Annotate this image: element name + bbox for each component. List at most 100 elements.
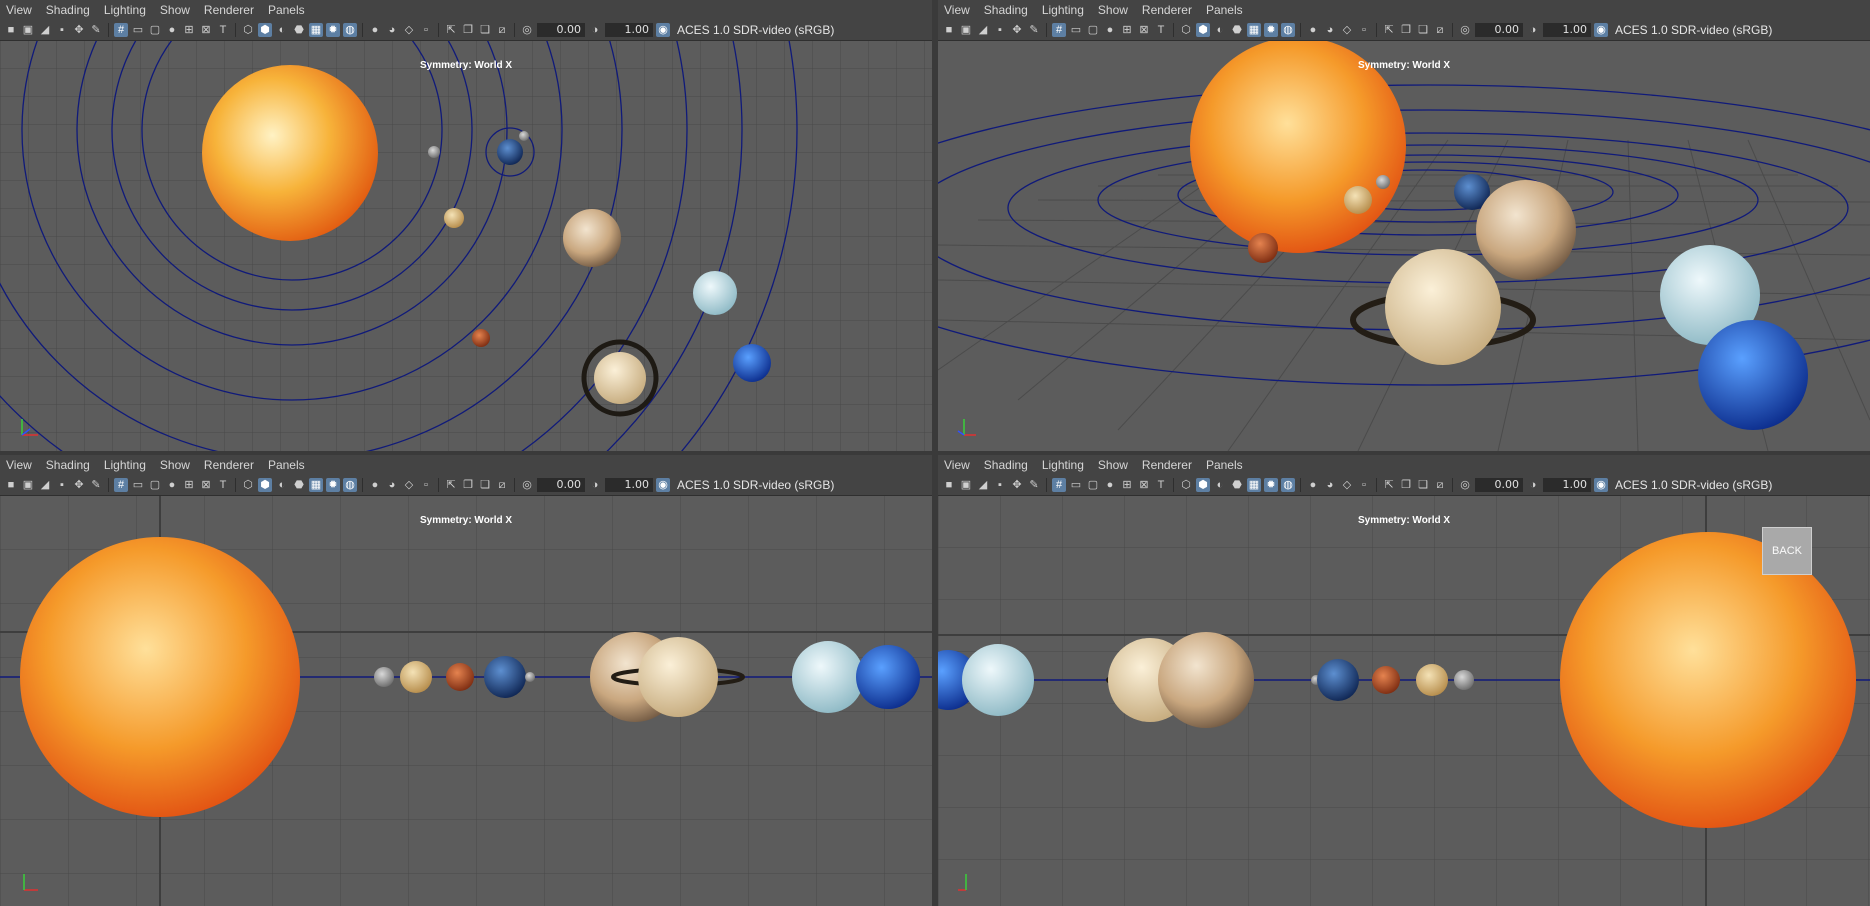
2d-pan-icon[interactable]: ✥ xyxy=(1010,478,1024,492)
menu-panels[interactable]: Panels xyxy=(268,3,305,17)
default-material-icon[interactable]: ◐ xyxy=(275,23,289,37)
bookmark-icon[interactable]: ◢ xyxy=(38,478,52,492)
resolution-gate-icon[interactable]: ▢ xyxy=(1086,478,1100,492)
xray-components-icon[interactable]: ⧄ xyxy=(1433,23,1447,37)
camera-icon[interactable]: ■ xyxy=(4,23,18,37)
menu-shading[interactable]: Shading xyxy=(984,458,1028,472)
wireframe-on-shaded-icon[interactable]: ⬣ xyxy=(292,23,306,37)
menu-view[interactable]: View xyxy=(944,3,970,17)
bookmark-icon[interactable]: ◢ xyxy=(976,478,990,492)
color-space-label[interactable]: ACES 1.0 SDR-video (sRGB) xyxy=(677,23,834,37)
exposure-field[interactable]: 0.00 xyxy=(537,23,585,37)
gate-mask-icon[interactable]: ● xyxy=(165,478,179,492)
lights-icon[interactable]: ✹ xyxy=(326,23,340,37)
xray-joints-icon[interactable]: ❏ xyxy=(1416,478,1430,492)
default-material-icon[interactable]: ◐ xyxy=(1213,478,1227,492)
field-chart-icon[interactable]: ⊞ xyxy=(182,478,196,492)
exposure-field[interactable]: 0.00 xyxy=(1475,478,1523,492)
isolate-select-icon[interactable]: ⇱ xyxy=(444,478,458,492)
safe-title-icon[interactable]: T xyxy=(1154,23,1168,37)
field-chart-icon[interactable]: ⊞ xyxy=(1120,23,1134,37)
film-gate-icon[interactable]: ▭ xyxy=(1069,478,1083,492)
anti-aliasing-icon[interactable]: ◇ xyxy=(402,478,416,492)
menu-shading[interactable]: Shading xyxy=(46,458,90,472)
smooth-shade-icon[interactable]: ⬢ xyxy=(1196,478,1210,492)
viewport-back[interactable]: View Shading Lighting Show Renderer Pane… xyxy=(938,455,1870,906)
film-gate-icon[interactable]: ▭ xyxy=(131,23,145,37)
xray-joints-icon[interactable]: ❏ xyxy=(1416,23,1430,37)
shadows-icon[interactable]: ◍ xyxy=(1281,478,1295,492)
xray-joints-icon[interactable]: ❏ xyxy=(478,23,492,37)
gamma-icon[interactable]: ◑ xyxy=(588,23,602,37)
camera-attributes-icon[interactable]: ▣ xyxy=(959,478,973,492)
lights-icon[interactable]: ✹ xyxy=(1264,23,1278,37)
motion-blur-icon[interactable]: ◕ xyxy=(385,478,399,492)
film-gate-icon[interactable]: ▭ xyxy=(1069,23,1083,37)
image-plane-icon[interactable]: ▪ xyxy=(993,478,1007,492)
menu-show[interactable]: Show xyxy=(1098,458,1128,472)
depth-of-field-icon[interactable]: ▫ xyxy=(419,478,433,492)
wireframe-on-shaded-icon[interactable]: ⬣ xyxy=(1230,23,1244,37)
color-management-icon[interactable]: ◉ xyxy=(1594,23,1608,37)
viewport-front[interactable]: View Shading Lighting Show Renderer Pane… xyxy=(0,455,932,906)
gamma-field[interactable]: 1.00 xyxy=(1543,23,1591,37)
color-management-icon[interactable]: ◉ xyxy=(656,23,670,37)
smooth-shade-icon[interactable]: ⬢ xyxy=(1196,23,1210,37)
motion-blur-icon[interactable]: ◕ xyxy=(385,23,399,37)
screen-space-ao-icon[interactable]: ● xyxy=(368,478,382,492)
wireframe-on-shaded-icon[interactable]: ⬣ xyxy=(1230,478,1244,492)
menu-lighting[interactable]: Lighting xyxy=(1042,458,1084,472)
screen-space-ao-icon[interactable]: ● xyxy=(1306,478,1320,492)
viewport-perspective[interactable]: View Shading Lighting Show Renderer Pane… xyxy=(938,0,1870,451)
smooth-shade-icon[interactable]: ⬢ xyxy=(258,478,272,492)
anti-aliasing-icon[interactable]: ◇ xyxy=(1340,23,1354,37)
gate-mask-icon[interactable]: ● xyxy=(1103,23,1117,37)
bookmark-icon[interactable]: ◢ xyxy=(38,23,52,37)
exposure-icon[interactable]: ◎ xyxy=(520,23,534,37)
color-management-icon[interactable]: ◉ xyxy=(656,478,670,492)
xray-components-icon[interactable]: ⧄ xyxy=(1433,478,1447,492)
field-chart-icon[interactable]: ⊞ xyxy=(1120,478,1134,492)
grease-pencil-icon[interactable]: ✎ xyxy=(89,23,103,37)
image-plane-icon[interactable]: ▪ xyxy=(55,23,69,37)
front-view-canvas[interactable] xyxy=(0,495,932,906)
color-management-icon[interactable]: ◉ xyxy=(1594,478,1608,492)
isolate-select-icon[interactable]: ⇱ xyxy=(1382,23,1396,37)
gamma-icon[interactable]: ◑ xyxy=(1526,478,1540,492)
resolution-gate-icon[interactable]: ▢ xyxy=(1086,23,1100,37)
wireframe-icon[interactable]: ⬡ xyxy=(1179,478,1193,492)
gate-mask-icon[interactable]: ● xyxy=(165,23,179,37)
menu-renderer[interactable]: Renderer xyxy=(1142,3,1192,17)
isolate-select-icon[interactable]: ⇱ xyxy=(1382,478,1396,492)
motion-blur-icon[interactable]: ◕ xyxy=(1323,478,1337,492)
color-space-label[interactable]: ACES 1.0 SDR-video (sRGB) xyxy=(1615,478,1772,492)
menu-shading[interactable]: Shading xyxy=(984,3,1028,17)
camera-icon[interactable]: ■ xyxy=(4,478,18,492)
perspective-view-canvas[interactable] xyxy=(938,40,1870,451)
camera-attributes-icon[interactable]: ▣ xyxy=(959,23,973,37)
menu-lighting[interactable]: Lighting xyxy=(1042,3,1084,17)
safe-action-icon[interactable]: ⊠ xyxy=(199,23,213,37)
xray-icon[interactable]: ❐ xyxy=(1399,23,1413,37)
color-space-label[interactable]: ACES 1.0 SDR-video (sRGB) xyxy=(1615,23,1772,37)
color-space-label[interactable]: ACES 1.0 SDR-video (sRGB) xyxy=(677,478,834,492)
back-view-canvas[interactable] xyxy=(938,495,1870,906)
textured-icon[interactable]: ▦ xyxy=(1247,23,1261,37)
exposure-icon[interactable]: ◎ xyxy=(1458,478,1472,492)
shadows-icon[interactable]: ◍ xyxy=(343,478,357,492)
xray-components-icon[interactable]: ⧄ xyxy=(495,23,509,37)
viewport-top[interactable]: View Shading Lighting Show Renderer Pane… xyxy=(0,0,932,451)
grid-icon[interactable]: # xyxy=(114,478,128,492)
exposure-field[interactable]: 0.00 xyxy=(1475,23,1523,37)
depth-of-field-icon[interactable]: ▫ xyxy=(1357,23,1371,37)
2d-pan-icon[interactable]: ✥ xyxy=(72,23,86,37)
wireframe-icon[interactable]: ⬡ xyxy=(241,23,255,37)
resolution-gate-icon[interactable]: ▢ xyxy=(148,23,162,37)
motion-blur-icon[interactable]: ◕ xyxy=(1323,23,1337,37)
exposure-icon[interactable]: ◎ xyxy=(520,478,534,492)
screen-space-ao-icon[interactable]: ● xyxy=(368,23,382,37)
exposure-field[interactable]: 0.00 xyxy=(537,478,585,492)
textured-icon[interactable]: ▦ xyxy=(309,23,323,37)
depth-of-field-icon[interactable]: ▫ xyxy=(1357,478,1371,492)
menu-lighting[interactable]: Lighting xyxy=(104,3,146,17)
